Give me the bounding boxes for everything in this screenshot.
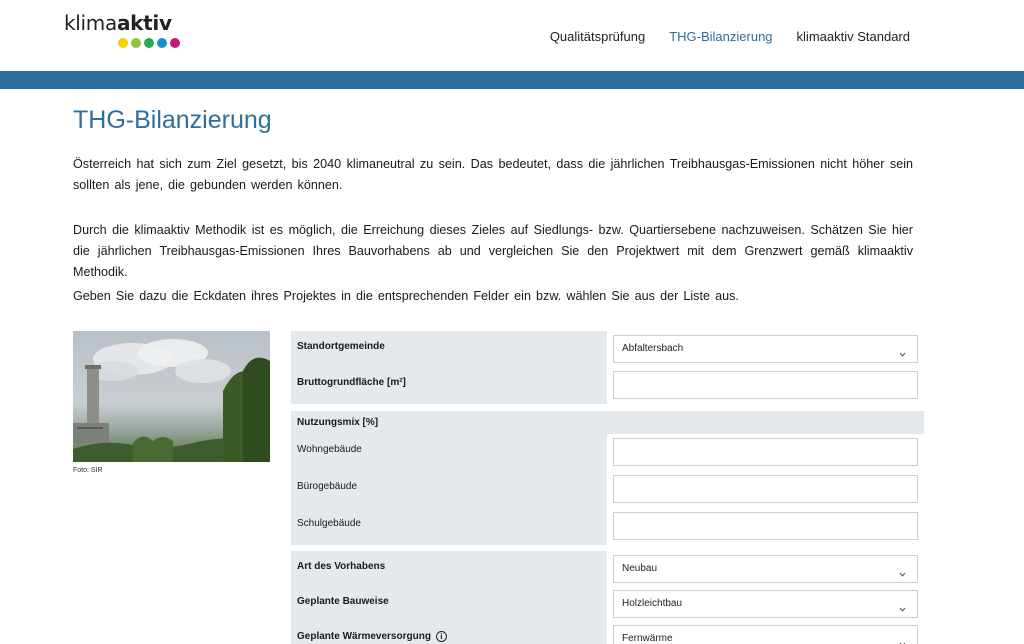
buerogebaeude-label: Bürogebäude [297,481,358,492]
geplante-bauweise-select[interactable]: Holzleichtbau [613,590,918,618]
buerogebaeude-input[interactable] [613,475,918,503]
form-block-nutzungsmix: Nutzungsmix [%] Wohngebäude Bürogebäude … [291,411,924,545]
geplante-bauweise-label: Geplante Bauweise [297,596,389,607]
form-row-buerogebaeude: Bürogebäude [291,471,924,508]
chimney-photo-illustration [73,339,270,462]
logo-text-bold: aktiv [116,11,172,35]
art-des-vorhabens-label: Art des Vorhabens [297,561,386,572]
chevron-down-icon [898,634,907,644]
logo-dot-5 [170,38,180,48]
intro-paragraph-1: Österreich hat sich zum Ziel gesetzt, bi… [73,157,913,192]
chimney-photo [73,331,270,462]
form-row-art-des-vorhabens: Art des Vorhabens Neubau [291,551,924,588]
form-row-schulgebaeude: Schulgebäude [291,508,924,545]
logo-dot-2 [131,38,141,48]
logo-dot-4 [157,38,167,48]
chevron-down-icon [898,344,907,357]
intro-paragraph-2: Durch die klimaaktiv Methodik ist es mög… [73,223,913,279]
logo-dots [118,38,180,48]
chevron-down-icon [898,564,907,577]
nutzungsmix-label: Nutzungsmix [%] [297,417,379,428]
form-row-bruttogrundflaeche: Bruttogrundfläche [m²] [291,367,924,404]
standortgemeinde-label: Standortgemeinde [297,341,385,352]
wohngebaeude-label: Wohngebäude [297,444,362,455]
nav-item-thg-bilanzierung[interactable]: THG-Bilanzierung [669,29,772,45]
bruttogrundflaeche-label: Bruttogrundfläche [m²] [297,377,406,388]
page-title: THG-Bilanzierung [73,106,272,134]
main-nav: Qualitätsprüfung THG-Bilanzierung klimaa… [550,29,910,45]
klimaaktiv-logo[interactable]: klimaaktiv [64,12,194,52]
standortgemeinde-cell: Abfaltersbach [607,331,924,368]
nav-item-qualitaetspruefung[interactable]: Qualitätsprüfung [550,29,645,45]
logo-dot-1 [118,38,128,48]
chevron-down-icon [898,599,907,612]
standortgemeinde-value: Abfaltersbach [622,343,684,354]
standortgemeinde-select[interactable]: Abfaltersbach [613,335,918,363]
form-row-geplante-bauweise: Geplante Bauweise Holzleichtbau [291,586,924,623]
intro-paragraph-3: Geben Sie dazu die Eckdaten ihres Projek… [73,289,739,303]
geplante-waermeversorgung-value: Fernwärme [622,633,673,644]
logo-wordmark: klimaaktiv [64,12,194,34]
art-des-vorhabens-cell: Neubau [607,551,924,588]
nav-item-klimaaktiv-standard[interactable]: klimaaktiv Standard [797,29,910,45]
form-block-location: Standortgemeinde Abfaltersbach Bruttogru… [291,331,924,404]
art-des-vorhabens-select[interactable]: Neubau [613,555,918,583]
geplante-waermeversorgung-cell: Fernwärme [607,621,924,644]
form-row-standortgemeinde: Standortgemeinde Abfaltersbach [291,331,924,368]
form-row-geplante-waermeversorgung: Geplante Wärmeversorgung i Fernwärme [291,621,924,644]
bruttogrundflaeche-input[interactable] [613,371,918,399]
form-block-project: Art des Vorhabens Neubau Geplante Bauwei… [291,551,924,644]
logo-dot-3 [144,38,154,48]
schulgebaeude-cell [607,508,924,545]
wohngebaeude-cell [607,434,924,471]
site-header: klimaaktiv Qualitätsprüfung THG-Bilanzie… [0,0,1024,71]
geplante-waermeversorgung-label: Geplante Wärmeversorgung [297,631,431,643]
schulgebaeude-label: Schulgebäude [297,518,361,529]
wohngebaeude-input[interactable] [613,438,918,466]
form-row-wohngebaeude: Wohngebäude [291,434,924,471]
geplante-waermeversorgung-label-wrap: Geplante Wärmeversorgung i [297,631,447,642]
header-accent-bar [0,71,1024,89]
bruttogrundflaeche-cell [607,367,924,404]
geplante-waermeversorgung-select[interactable]: Fernwärme [613,625,918,644]
geplante-bauweise-value: Holzleichtbau [622,598,683,609]
buerogebaeude-cell [607,471,924,508]
logo-text-regular: klima [64,11,117,35]
schulgebaeude-input[interactable] [613,512,918,540]
photo-caption: Foto: SIR [73,467,103,474]
art-des-vorhabens-value: Neubau [622,563,658,574]
geplante-bauweise-cell: Holzleichtbau [607,586,924,623]
info-icon[interactable]: i [435,631,447,642]
